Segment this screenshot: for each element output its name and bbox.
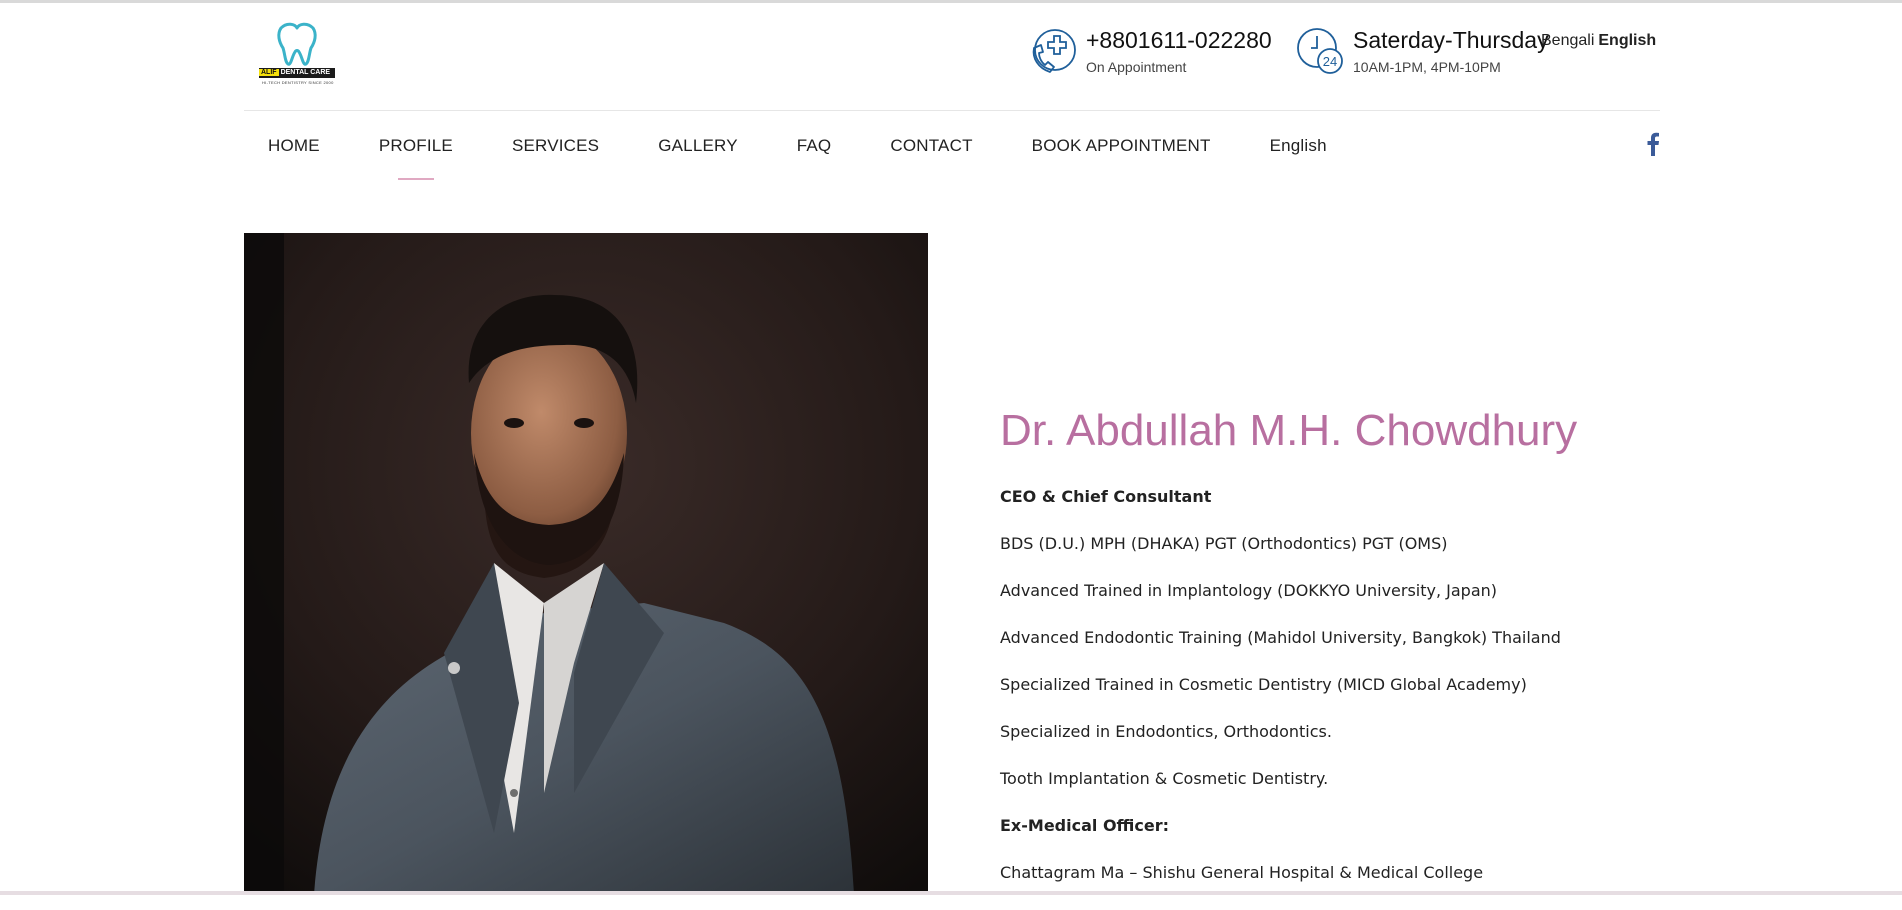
- main-nav: HOME PROFILE SERVICES GALLERY FAQ CONTAC…: [244, 128, 1327, 180]
- site-logo[interactable]: ALIF DENTAL CARE HI-TECH DENTISTRY SINCE …: [259, 22, 335, 88]
- profile-line: Advanced Endodontic Training (Mahidol Un…: [1000, 628, 1561, 647]
- logo-wordmark: ALIF DENTAL CARE: [259, 68, 335, 78]
- language-option-english[interactable]: English: [1598, 32, 1656, 49]
- profile-line: BDS (D.U.) MPH (DHAKA) PGT (Orthodontics…: [1000, 534, 1448, 553]
- profile-line: Specialized Trained in Cosmetic Dentistr…: [1000, 675, 1527, 694]
- svg-text:24: 24: [1323, 54, 1337, 69]
- nav-item-services[interactable]: SERVICES: [512, 128, 599, 176]
- language-option-bengali[interactable]: Bengali: [1541, 32, 1594, 49]
- bottom-border: [0, 891, 1902, 895]
- opening-hours: 24 Saterday-Thursday 10AM-1PM, 4PM-10PM: [1295, 26, 1549, 82]
- tooth-logo-icon: [277, 22, 317, 66]
- opening-times: 10AM-1PM, 4PM-10PM: [1353, 59, 1501, 75]
- doctor-portrait: [244, 233, 928, 895]
- phone-note: On Appointment: [1086, 59, 1187, 75]
- profile-title: CEO & Chief Consultant: [1000, 487, 1212, 506]
- nav-item-gallery[interactable]: GALLERY: [658, 128, 738, 176]
- nav-item-faq[interactable]: FAQ: [797, 128, 832, 176]
- profile-details: Dr. Abdullah M.H. Chowdhury CEO & Chief …: [1000, 405, 1660, 910]
- header-divider: [244, 110, 1660, 111]
- opening-days: Saterday-Thursday: [1353, 27, 1549, 53]
- logo-tagline: HI-TECH DENTISTRY SINCE 2000: [262, 80, 334, 85]
- doctor-photo: [244, 233, 928, 895]
- phone-contact: +8801611-022280 On Appointment: [1028, 26, 1272, 82]
- doctor-name: Dr. Abdullah M.H. Chowdhury: [1000, 406, 1578, 455]
- nav-item-home[interactable]: HOME: [268, 128, 320, 176]
- clock-24-icon: 24: [1297, 28, 1343, 74]
- profile-line: Chattagram Ma – Shishu General Hospital …: [1000, 863, 1484, 882]
- nav-item-language[interactable]: English: [1270, 128, 1327, 176]
- phone-medical-icon: [1032, 29, 1076, 73]
- language-switcher: Bengali English: [1541, 32, 1656, 50]
- phone-number[interactable]: +8801611-022280: [1086, 26, 1272, 54]
- profile-line: Specialized in Endodontics, Orthodontics…: [1000, 722, 1332, 741]
- nav-item-book-appointment[interactable]: BOOK APPOINTMENT: [1032, 128, 1211, 176]
- profile-section-heading: Ex-Medical Officer:: [1000, 816, 1170, 835]
- profile-line: Advanced Trained in Implantology (DOKKYO…: [1000, 581, 1498, 600]
- profile-line: Tooth Implantation & Cosmetic Dentistry.: [1000, 769, 1329, 788]
- nav-item-contact[interactable]: CONTACT: [890, 128, 972, 176]
- facebook-icon[interactable]: [1646, 132, 1660, 156]
- top-border: [0, 0, 1902, 3]
- nav-item-profile[interactable]: PROFILE: [379, 128, 453, 180]
